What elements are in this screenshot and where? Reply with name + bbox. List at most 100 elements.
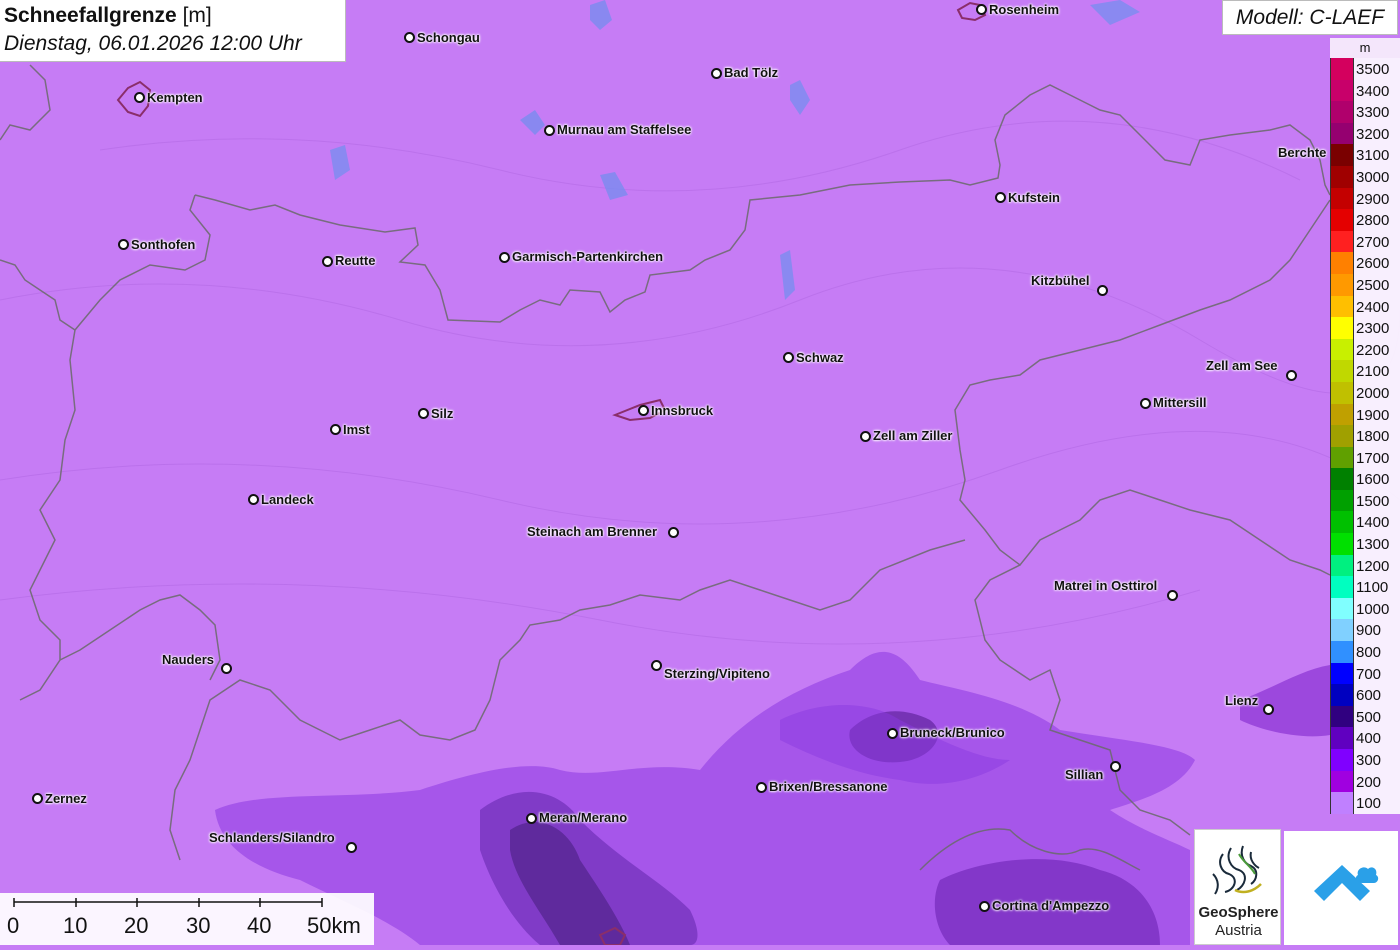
legend-label: 1300 (1356, 536, 1390, 554)
city-label-matrei[interactable]: Matrei in Osttirol (1054, 578, 1157, 593)
title-text: Schneefallgrenze (4, 4, 177, 27)
legend-swatch (1330, 641, 1354, 663)
legend-swatch (1330, 619, 1354, 642)
map-title: Schneefallgrenze [m] (4, 2, 341, 30)
forecast-datetime: Dienstag, 06.01.2026 12:00 Uhr (4, 32, 302, 55)
legend-row: 1000 (1330, 597, 1400, 620)
legend-swatch (1330, 187, 1354, 210)
city-label-steinach[interactable]: Steinach am Brenner (527, 524, 657, 539)
city-label-berchtesgaden[interactable]: Berchte (1278, 145, 1326, 160)
city-dot[interactable] (976, 4, 987, 15)
legend-row: 1100 (1330, 576, 1400, 598)
legend-swatch (1330, 79, 1354, 102)
city-dot[interactable] (1263, 704, 1274, 715)
legend-label: 1200 (1356, 557, 1390, 575)
city-label-brixen[interactable]: Brixen/Bressanone (769, 779, 888, 794)
city-label-reutte[interactable]: Reutte (335, 253, 375, 268)
city-label-kempten[interactable]: Kempten (147, 90, 203, 105)
city-dot[interactable] (221, 663, 232, 674)
legend-label: 800 (1356, 644, 1382, 662)
legend-row: 1800 (1330, 425, 1400, 447)
legend-row: 200 (1330, 770, 1400, 793)
legend-row: 2900 (1330, 187, 1400, 210)
legend-label: 2900 (1356, 190, 1390, 208)
city-dot[interactable] (651, 660, 662, 671)
legend-swatch (1330, 468, 1354, 490)
city-label-imst[interactable]: Imst (343, 422, 370, 437)
city-dot[interactable] (322, 256, 333, 267)
city-dot[interactable] (248, 494, 259, 505)
city-label-nauders[interactable]: Nauders (162, 652, 214, 667)
city-label-zell-am-ziller[interactable]: Zell am Ziller (873, 428, 952, 443)
city-dot[interactable] (668, 527, 679, 538)
legend-label: 500 (1356, 708, 1382, 726)
arrow-cloud-icon (1314, 865, 1379, 901)
city-dot[interactable] (995, 192, 1006, 203)
city-label-kitzbuehel[interactable]: Kitzbühel (1031, 273, 1090, 288)
legend-swatch (1330, 446, 1354, 469)
legend-row: 1300 (1330, 533, 1400, 555)
legend-label: 3200 (1356, 125, 1390, 143)
city-dot[interactable] (404, 32, 415, 43)
legend-swatch (1330, 230, 1354, 253)
city-dot[interactable] (526, 813, 537, 824)
legend-label: 2700 (1356, 233, 1390, 251)
legend-label: 200 (1356, 773, 1382, 791)
city-label-silz[interactable]: Silz (431, 406, 453, 421)
scale-label: 30 (186, 913, 211, 938)
scale-bar: 0 10 20 30 40 50km (0, 893, 374, 945)
legend-row: 3000 (1330, 165, 1400, 188)
city-dot[interactable] (860, 431, 871, 442)
city-label-zell-am-see[interactable]: Zell am See (1206, 358, 1278, 373)
city-dot[interactable] (118, 239, 129, 250)
city-label-schlanders[interactable]: Schlanders/Silandro (209, 830, 335, 845)
city-dot[interactable] (418, 408, 429, 419)
city-label-rosenheim[interactable]: Rosenheim (989, 2, 1059, 17)
city-dot[interactable] (1167, 590, 1178, 601)
city-dot[interactable] (544, 125, 555, 136)
city-dot[interactable] (32, 793, 43, 804)
legend-label: 1500 (1356, 492, 1390, 510)
legend-row: 3100 (1330, 144, 1400, 166)
city-dot[interactable] (1140, 398, 1151, 409)
city-label-bad-toelz[interactable]: Bad Tölz (724, 65, 778, 80)
legend-swatch (1330, 252, 1354, 274)
city-dot[interactable] (638, 405, 649, 416)
city-label-sterzing[interactable]: Sterzing/Vipiteno (664, 666, 770, 681)
city-dot[interactable] (756, 782, 767, 793)
city-label-murnau[interactable]: Murnau am Staffelsee (557, 122, 691, 137)
city-label-bruneck[interactable]: Bruneck/Brunico (900, 725, 1005, 740)
legend-label: 2800 (1356, 212, 1390, 230)
city-dot[interactable] (134, 92, 145, 103)
city-label-sonthofen[interactable]: Sonthofen (131, 237, 195, 252)
city-label-kufstein[interactable]: Kufstein (1008, 190, 1060, 205)
legend-row: 2600 (1330, 252, 1400, 274)
city-label-garmisch[interactable]: Garmisch-Partenkirchen (512, 249, 663, 264)
city-label-zernez[interactable]: Zernez (45, 791, 87, 806)
city-label-schongau[interactable]: Schongau (417, 30, 480, 45)
geosphere-logo[interactable]: GeoSphere Austria (1194, 829, 1281, 945)
city-label-mittersill[interactable]: Mittersill (1153, 395, 1206, 410)
city-dot[interactable] (330, 424, 341, 435)
city-dot[interactable] (887, 728, 898, 739)
snowfall-limit-map[interactable] (0, 0, 1400, 945)
city-label-schwaz[interactable]: Schwaz (796, 350, 844, 365)
city-dot[interactable] (346, 842, 357, 853)
legend-unit: m (1330, 38, 1400, 58)
city-dot[interactable] (783, 352, 794, 363)
city-dot[interactable] (711, 68, 722, 79)
city-dot[interactable] (979, 901, 990, 912)
city-dot[interactable] (1097, 285, 1108, 296)
city-label-innsbruck[interactable]: Innsbruck (651, 403, 713, 418)
city-label-landeck[interactable]: Landeck (261, 492, 314, 507)
city-label-meran[interactable]: Meran/Merano (539, 810, 627, 825)
city-label-lienz[interactable]: Lienz (1225, 693, 1258, 708)
city-dot[interactable] (1286, 370, 1297, 381)
city-dot[interactable] (1110, 761, 1121, 772)
legend-row: 2200 (1330, 338, 1400, 361)
legend-row: 1200 (1330, 554, 1400, 577)
weather-app-logo[interactable] (1284, 831, 1398, 945)
city-label-sillian[interactable]: Sillian (1065, 767, 1103, 782)
city-dot[interactable] (499, 252, 510, 263)
city-label-cortina[interactable]: Cortina d'Ampezzo (992, 898, 1109, 913)
